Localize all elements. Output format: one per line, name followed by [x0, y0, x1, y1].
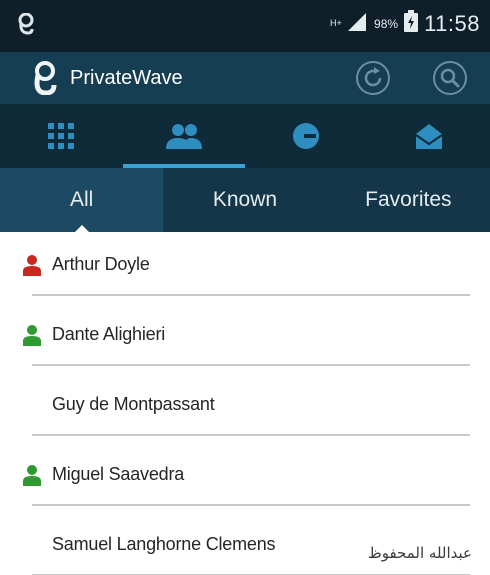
- contact-name: Miguel Saavedra: [52, 464, 185, 484]
- contact-list: Arthur Doyle Dante Alighieri Guy de Mont…: [0, 232, 490, 575]
- contact-row[interactable]: Guy de Montpassant: [0, 372, 490, 442]
- privatewave-logo-icon: [34, 61, 57, 95]
- contacts-icon: [165, 124, 202, 149]
- contact-name: Guy de Montpassant: [52, 394, 215, 414]
- signal-icon: [346, 11, 368, 36]
- contact-filter-tabs: All Known Favorites: [0, 168, 490, 233]
- contact-name: Samuel Langhorne Clemens: [52, 534, 276, 554]
- contact-row[interactable]: Arthur Doyle: [0, 232, 490, 302]
- messages-envelope-icon: [415, 124, 443, 149]
- search-icon[interactable]: [432, 60, 468, 96]
- privatewave-notification-icon: [18, 12, 34, 40]
- tab-all[interactable]: All: [0, 168, 164, 233]
- app-bar: PrivateWave: [0, 52, 490, 104]
- status-time: 11:58: [424, 10, 480, 36]
- status-bar: H+ 98% 11:58: [0, 0, 490, 52]
- tab-favorites[interactable]: Favorites: [326, 168, 490, 232]
- tab-known[interactable]: Known: [163, 168, 327, 232]
- refresh-icon[interactable]: [355, 60, 391, 96]
- person-green-icon: [23, 465, 41, 486]
- dialpad-icon: [48, 123, 75, 149]
- person-green-icon: [23, 325, 41, 346]
- contact-name: Dante Alighieri: [52, 324, 166, 344]
- tab-dialpad[interactable]: [0, 104, 123, 168]
- battery-percent: 98%: [374, 16, 399, 31]
- battery-icon: [404, 10, 419, 37]
- main-tab-bar: [0, 104, 490, 168]
- recents-clock-icon: [293, 123, 320, 149]
- person-red-icon: [23, 255, 41, 276]
- app-title: PrivateWave: [70, 66, 183, 89]
- contact-row[interactable]: Miguel Saavedra: [0, 442, 490, 512]
- tab-messages[interactable]: [368, 104, 490, 168]
- account-name: عبدالله المحفوظ: [367, 544, 472, 562]
- contact-name: Arthur Doyle: [52, 254, 150, 274]
- tab-recents[interactable]: [245, 104, 368, 168]
- contact-row[interactable]: Dante Alighieri: [0, 302, 490, 372]
- tab-contacts[interactable]: [122, 104, 246, 168]
- network-type-label: H+: [330, 18, 342, 28]
